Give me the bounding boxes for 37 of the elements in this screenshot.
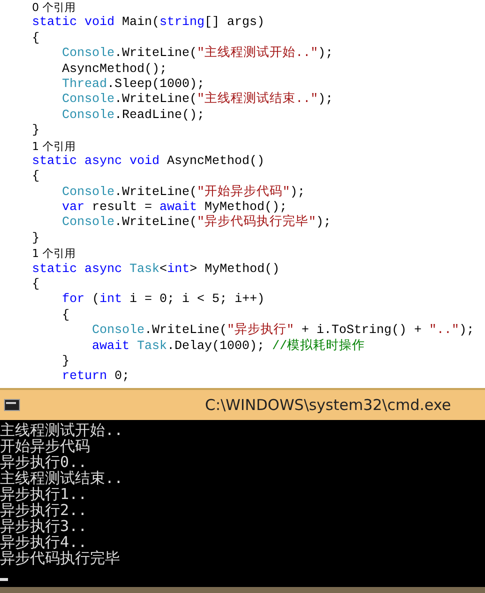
console-output-line: 主线程测试结束.. <box>0 470 124 486</box>
console-output-line: 异步执行2.. <box>0 502 88 518</box>
reference-count[interactable]: 0 个引用 <box>32 0 76 16</box>
code-line: { <box>62 308 70 324</box>
code-line: AsyncMethod(); <box>62 62 168 77</box>
console-output-line: 异步执行4.. <box>0 534 88 550</box>
code-line: Console.WriteLine("异步执行" + i.ToString() + ".."); <box>92 323 474 338</box>
code-line: { <box>32 30 40 46</box>
code-line: Console.WriteLine("开始异步代码"); <box>62 184 306 200</box>
reference-count[interactable]: 1 个引用 <box>32 138 76 154</box>
code-line: } <box>62 354 70 370</box>
console-output-line: 异步执行0.. <box>0 454 88 470</box>
code-line: { <box>32 277 40 292</box>
code-line: } <box>32 230 40 246</box>
text-cursor <box>0 578 8 581</box>
console-output-line: 异步执行1.. <box>0 486 88 502</box>
console-output-line: 异步执行3.. <box>0 518 88 534</box>
code-line: var result = await MyMethod(); <box>62 200 288 214</box>
code-line: static async void AsyncMethod() <box>32 154 265 170</box>
window-title: C:\WINDOWS\system32\cmd.exe <box>205 396 451 414</box>
code-line: Console.ReadLine(); <box>62 108 205 124</box>
code-line: Console.WriteLine("主线程测试结束.."); <box>62 92 334 108</box>
code-line: { <box>32 169 40 185</box>
code-line: } <box>32 123 40 139</box>
code-line: Console.WriteLine("异步代码执行完毕"); <box>62 215 332 231</box>
reference-count[interactable]: 1 个引用 <box>32 246 76 262</box>
console-icon <box>4 399 20 411</box>
code-line: static void Main(string[] args) <box>32 15 265 31</box>
code-line: Thread.Sleep(1000); <box>62 76 205 92</box>
code-line: return 0; <box>62 369 130 385</box>
console-output-line: 异步代码执行完毕 <box>0 550 121 566</box>
code-line: static async Task<int> MyMethod() <box>32 262 280 278</box>
code-line: for (int i = 0; i < 5; i++) <box>62 292 265 308</box>
code-line: Console.WriteLine("主线程测试开始.."); <box>62 46 334 62</box>
console-output-line: 开始异步代码 <box>0 438 90 454</box>
console-output-line: 主线程测试开始.. <box>0 422 124 438</box>
code-line: await Task.Delay(1000); //模拟耗时操作 <box>92 338 366 354</box>
